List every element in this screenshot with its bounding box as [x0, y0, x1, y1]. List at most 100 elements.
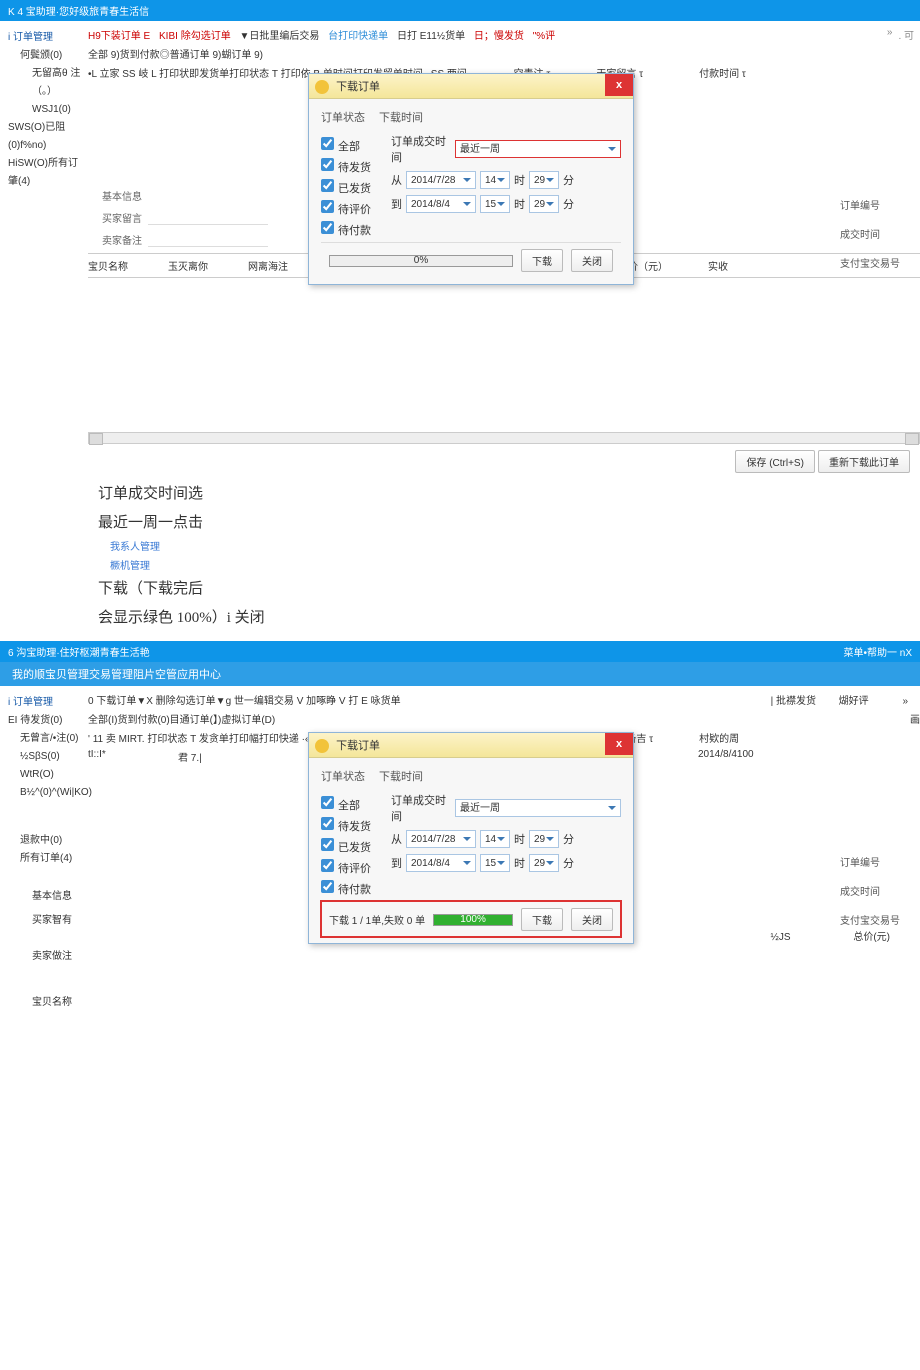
save-button[interactable]: 保存 (Ctrl+S) [735, 450, 815, 473]
sidebar-item[interactable]: 所有订单(4) [8, 850, 84, 868]
progress-status: 下载 1 / 1单,失败 0 单 [329, 912, 425, 927]
toolbar-btn[interactable]: KIBI 除勾选订单 [159, 31, 231, 42]
unit: 时 [514, 196, 525, 212]
toolbar-more[interactable]: » [902, 696, 908, 707]
section-label: 下载时间 [379, 768, 423, 784]
unit: 时 [514, 855, 525, 871]
toolbar-btn[interactable]: 煳好评 [839, 696, 869, 707]
sidebar-item[interactable]: B½^(0)^(Wi|KO) [8, 784, 84, 802]
info-label: 买家智有 [8, 912, 84, 930]
section-label: 下载时间 [379, 109, 423, 125]
sidebar: i 订单管理 何鬓颁(0) 无留高θ 注（。） WSJ1(0) SWS(O)已阻… [0, 25, 88, 479]
chk-shipped[interactable] [321, 838, 334, 851]
sidebar-item[interactable]: 退款中(0) [8, 832, 84, 850]
sidebar-link[interactable]: 我系人管理 [0, 536, 920, 555]
redownload-button[interactable]: 重新下载此订单 [818, 450, 910, 473]
chk-shipped[interactable] [321, 179, 334, 192]
close-icon[interactable]: x [605, 733, 633, 755]
help-link[interactable]: 菜单•帮助一 nX [843, 644, 912, 659]
toolbar-btn[interactable]: ▼日批里编后交易 [239, 31, 319, 42]
date-from[interactable]: 2014/7/28 [406, 830, 476, 848]
th: 网离海注 [248, 258, 288, 273]
sidebar-item[interactable]: WSJ1(0) [8, 101, 84, 119]
close-button[interactable]: 关闭 [571, 249, 613, 272]
filter-tabs[interactable]: 全部(I)货到付款(0)目通订单(】)虚拟订单(D) 画 [88, 709, 920, 728]
chk-rate[interactable] [321, 200, 334, 213]
download-button[interactable]: 下载 [521, 908, 563, 931]
toolbar-btn[interactable]: 日；慢发货 [474, 31, 524, 42]
from-label: 从 [391, 172, 402, 188]
app-window-2: 6 沟宝助理·住好枢潮青春生活艳 菜单•帮助一 nX 我的顺宝贝管理交易管理阻片… [0, 641, 920, 1070]
nav-tabs[interactable]: 我的顺宝贝管理交易管理阻片空管应用中心 [0, 662, 920, 686]
sidebar-item[interactable]: HiSW(O)所有订肇(4) [8, 155, 84, 191]
min-to[interactable]: 29 [529, 195, 559, 213]
toolbar-btn[interactable]: "%评 [533, 31, 555, 42]
toolbar-btn[interactable]: 日打 E11½货单 [397, 31, 465, 42]
close-icon[interactable]: x [605, 74, 633, 96]
unit: 分 [563, 196, 574, 212]
section-label: 订单状态 [321, 768, 379, 784]
min-to[interactable]: 29 [529, 854, 559, 872]
th: 玉灭离你 [168, 258, 208, 273]
toolbar-btn[interactable]: 0 下载订单▼X 删除勾选订单▼g 世一编辑交易 V 加啄睁 V 打 E 咏货单 [88, 696, 401, 707]
sidebar-header: i 订单管理 [8, 694, 84, 712]
info-input[interactable] [148, 209, 268, 225]
toolbar-btn[interactable]: | 批襟发货 [771, 696, 816, 707]
chk-all[interactable] [321, 796, 334, 809]
toolbar-more[interactable]: » [887, 27, 893, 38]
unit: 分 [563, 855, 574, 871]
dialog-titlebar[interactable]: 下载订单 x [309, 733, 633, 758]
chk-wait-ship[interactable] [321, 158, 334, 171]
sidebar-item[interactable]: SWS(O)已阻(0)f%no) [8, 119, 84, 155]
date-from[interactable]: 2014/7/28 [406, 171, 476, 189]
time-range-combo[interactable]: 最近一周 [455, 140, 621, 158]
info-input[interactable] [148, 231, 268, 247]
toolbar-btn[interactable]: H9下装订单 E [88, 31, 150, 42]
sidebar-item[interactable]: 无曾言/•注(0) [8, 730, 84, 748]
sidebar-item[interactable]: ½SβS(0) [8, 748, 84, 766]
hour-to[interactable]: 15 [480, 195, 510, 213]
date-to[interactable]: 2014/8/4 [406, 854, 476, 872]
info-label: 基本信息 [8, 888, 84, 906]
hour-from[interactable]: 14 [480, 830, 510, 848]
download-button[interactable]: 下载 [521, 249, 563, 272]
chk-pay[interactable] [321, 221, 334, 234]
tabs-text: 全部(I)货到付款(0)目通订单(】)虚拟订单(D) [88, 715, 275, 726]
chk-label: 待发货 [338, 162, 371, 174]
sidebar-item[interactable]: 无留高θ 注（。） [8, 65, 84, 101]
unit: 时 [514, 172, 525, 188]
sidebar-item[interactable]: EI 待发货(0) [8, 712, 84, 730]
hour-to[interactable]: 15 [480, 854, 510, 872]
chk-label: 待评价 [338, 204, 371, 216]
field-label: 支付宝交易号 [840, 255, 900, 270]
toolbar-more[interactable]: . 可 [898, 27, 914, 42]
sidebar-header: i 订单管理 [8, 29, 84, 47]
tabs-tail: 画 [910, 711, 920, 726]
th: 实收 [708, 258, 728, 273]
sidebar-item[interactable]: 何鬓颁(0) [8, 47, 84, 65]
min-from[interactable]: 29 [529, 830, 559, 848]
main-panel: 0 下载订单▼X 删除勾选订单▼g 世一编辑交易 V 加啄睁 V 打 E 咏货单… [88, 690, 920, 1070]
toolbar-btn[interactable]: 台打印快递单 [328, 31, 388, 42]
toolbar: 0 下载订单▼X 删除勾选订单▼g 世一编辑交易 V 加啄睁 V 打 E 咏货单… [88, 690, 920, 709]
chk-all[interactable] [321, 137, 334, 150]
chk-rate[interactable] [321, 859, 334, 872]
annotation-text: 最近一周一点击 [0, 508, 920, 537]
chk-pay[interactable] [321, 880, 334, 893]
date-to[interactable]: 2014/8/4 [406, 195, 476, 213]
min-from[interactable]: 29 [529, 171, 559, 189]
horizontal-scrollbar[interactable] [88, 432, 920, 444]
sidebar-item[interactable]: WtR(O) [8, 766, 84, 784]
right-labels: 订单编号 成交时间 支付宝交易号 [840, 183, 900, 284]
sidebar-link[interactable]: 橛机管理 [0, 555, 920, 574]
time-range-combo[interactable]: 最近一周 [455, 799, 621, 817]
info-label: 基本信息 [88, 188, 148, 203]
hour-from[interactable]: 14 [480, 171, 510, 189]
close-button[interactable]: 关闭 [571, 908, 613, 931]
to-label: 到 [391, 855, 402, 871]
chk-wait-ship[interactable] [321, 817, 334, 830]
dialog-titlebar[interactable]: 下载订单 x [309, 74, 633, 99]
field-label: 成交时间 [840, 883, 900, 898]
info-label: 买家留言 [88, 210, 148, 225]
filter-tabs[interactable]: 全部 9)货到付款◎普通订单 9)蝴订单 9) [88, 44, 920, 63]
